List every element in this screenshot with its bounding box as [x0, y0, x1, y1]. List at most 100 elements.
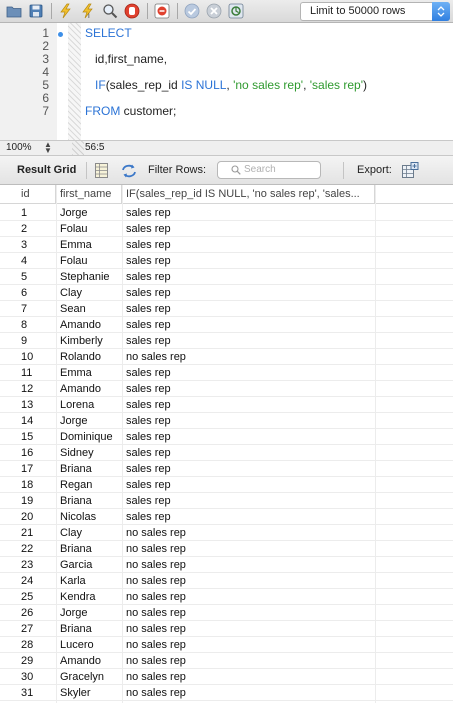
zoom-level[interactable]: 100%: [6, 141, 32, 155]
cell-first-name[interactable]: Regan: [56, 477, 122, 493]
table-row[interactable]: 12 Amando sales rep: [0, 381, 453, 397]
table-row[interactable]: 10 Rolando no sales rep: [0, 349, 453, 365]
cell-id[interactable]: 24: [17, 573, 56, 589]
cell-id[interactable]: 15: [17, 429, 56, 445]
cell-id[interactable]: 5: [17, 269, 56, 285]
table-row[interactable]: 19 Briana sales rep: [0, 493, 453, 509]
cell-first-name[interactable]: Amando: [56, 653, 122, 669]
cell-sales-rep-status[interactable]: sales rep: [122, 333, 375, 349]
cell-sales-rep-status[interactable]: sales rep: [122, 221, 375, 237]
cell-id[interactable]: 30: [17, 669, 56, 685]
cell-first-name[interactable]: Folau: [56, 221, 122, 237]
cell-id[interactable]: 14: [17, 413, 56, 429]
table-row[interactable]: 8 Amando sales rep: [0, 317, 453, 333]
cell-sales-rep-status[interactable]: sales rep: [122, 461, 375, 477]
cell-first-name[interactable]: Nicolas: [56, 509, 122, 525]
table-row[interactable]: 29 Amando no sales rep: [0, 653, 453, 669]
cell-sales-rep-status[interactable]: sales rep: [122, 493, 375, 509]
execute-current-icon[interactable]: I: [78, 2, 98, 20]
cell-id[interactable]: 17: [17, 461, 56, 477]
table-row[interactable]: 17 Briana sales rep: [0, 461, 453, 477]
table-row[interactable]: 18 Regan sales rep: [0, 477, 453, 493]
table-row[interactable]: 16 Sidney sales rep: [0, 445, 453, 461]
filter-rows-search-input[interactable]: Search: [217, 161, 321, 179]
toggle-continue-on-error-icon[interactable]: [152, 2, 172, 20]
explain-icon[interactable]: [100, 2, 120, 20]
cell-id[interactable]: 18: [17, 477, 56, 493]
cell-sales-rep-status[interactable]: no sales rep: [122, 541, 375, 557]
cell-sales-rep-status[interactable]: no sales rep: [122, 637, 375, 653]
cell-first-name[interactable]: Briana: [56, 541, 122, 557]
table-row[interactable]: 13 Lorena sales rep: [0, 397, 453, 413]
table-row[interactable]: 28 Lucero no sales rep: [0, 637, 453, 653]
cell-sales-rep-status[interactable]: no sales rep: [122, 653, 375, 669]
table-row[interactable]: 7 Sean sales rep: [0, 301, 453, 317]
cell-sales-rep-status[interactable]: no sales rep: [122, 669, 375, 685]
table-row[interactable]: 26 Jorge no sales rep: [0, 605, 453, 621]
cell-sales-rep-status[interactable]: no sales rep: [122, 605, 375, 621]
cell-id[interactable]: 1: [17, 205, 56, 221]
cell-sales-rep-status[interactable]: sales rep: [122, 381, 375, 397]
cell-first-name[interactable]: Dominique: [56, 429, 122, 445]
cell-sales-rep-status[interactable]: no sales rep: [122, 349, 375, 365]
cell-id[interactable]: 22: [17, 541, 56, 557]
cell-first-name[interactable]: Kimberly: [56, 333, 122, 349]
export-icon[interactable]: [402, 162, 419, 181]
cell-id[interactable]: 16: [17, 445, 56, 461]
cell-first-name[interactable]: Briana: [56, 621, 122, 637]
cell-sales-rep-status[interactable]: no sales rep: [122, 685, 375, 701]
cell-id[interactable]: 12: [17, 381, 56, 397]
table-row[interactable]: 6 Clay sales rep: [0, 285, 453, 301]
cell-first-name[interactable]: Briana: [56, 493, 122, 509]
cell-sales-rep-status[interactable]: sales rep: [122, 269, 375, 285]
cell-first-name[interactable]: Jorge: [56, 605, 122, 621]
cell-sales-rep-status[interactable]: sales rep: [122, 237, 375, 253]
column-header-id[interactable]: id: [17, 185, 56, 204]
cell-sales-rep-status[interactable]: no sales rep: [122, 557, 375, 573]
limit-rows-select[interactable]: Limit to 50000 rows: [300, 2, 450, 21]
cell-first-name[interactable]: Emma: [56, 237, 122, 253]
cell-id[interactable]: 29: [17, 653, 56, 669]
cell-first-name[interactable]: Jorge: [56, 413, 122, 429]
cell-sales-rep-status[interactable]: no sales rep: [122, 589, 375, 605]
table-row[interactable]: 30 Gracelyn no sales rep: [0, 669, 453, 685]
table-row[interactable]: 23 Garcia no sales rep: [0, 557, 453, 573]
cell-id[interactable]: 9: [17, 333, 56, 349]
column-header-if-expression[interactable]: IF(sales_rep_id IS NULL, 'no sales rep',…: [122, 185, 375, 204]
folder-open-icon[interactable]: [4, 2, 24, 20]
table-row[interactable]: 14 Jorge sales rep: [0, 413, 453, 429]
cell-first-name[interactable]: Sean: [56, 301, 122, 317]
table-row[interactable]: 2 Folau sales rep: [0, 221, 453, 237]
cell-first-name[interactable]: Amando: [56, 317, 122, 333]
cell-first-name[interactable]: Lucero: [56, 637, 122, 653]
column-header-first-name[interactable]: first_name: [56, 185, 122, 204]
grid-layout-icon[interactable]: [95, 163, 108, 181]
table-row[interactable]: 31 Skyler no sales rep: [0, 685, 453, 701]
cell-id[interactable]: 21: [17, 525, 56, 541]
result-grid-tab[interactable]: Result Grid: [17, 164, 76, 176]
cell-first-name[interactable]: Karla: [56, 573, 122, 589]
table-row[interactable]: 5 Stephanie sales rep: [0, 269, 453, 285]
cell-id[interactable]: 31: [17, 685, 56, 701]
cell-first-name[interactable]: Lorena: [56, 397, 122, 413]
cell-sales-rep-status[interactable]: sales rep: [122, 477, 375, 493]
cell-sales-rep-status[interactable]: sales rep: [122, 413, 375, 429]
autocommit-icon[interactable]: [226, 2, 246, 20]
cell-id[interactable]: 28: [17, 637, 56, 653]
cell-sales-rep-status[interactable]: sales rep: [122, 205, 375, 221]
zoom-stepper-icon[interactable]: ▲ ▼: [44, 141, 52, 155]
cell-sales-rep-status[interactable]: sales rep: [122, 445, 375, 461]
cell-id[interactable]: 11: [17, 365, 56, 381]
cell-sales-rep-status[interactable]: no sales rep: [122, 525, 375, 541]
table-row[interactable]: 25 Kendra no sales rep: [0, 589, 453, 605]
table-row[interactable]: 9 Kimberly sales rep: [0, 333, 453, 349]
cell-sales-rep-status[interactable]: sales rep: [122, 397, 375, 413]
cell-first-name[interactable]: Clay: [56, 525, 122, 541]
cell-id[interactable]: 26: [17, 605, 56, 621]
cell-first-name[interactable]: Kendra: [56, 589, 122, 605]
cell-id[interactable]: 6: [17, 285, 56, 301]
table-row[interactable]: 22 Briana no sales rep: [0, 541, 453, 557]
cell-first-name[interactable]: Jorge: [56, 205, 122, 221]
rollback-icon[interactable]: [204, 2, 224, 20]
cell-sales-rep-status[interactable]: sales rep: [122, 285, 375, 301]
